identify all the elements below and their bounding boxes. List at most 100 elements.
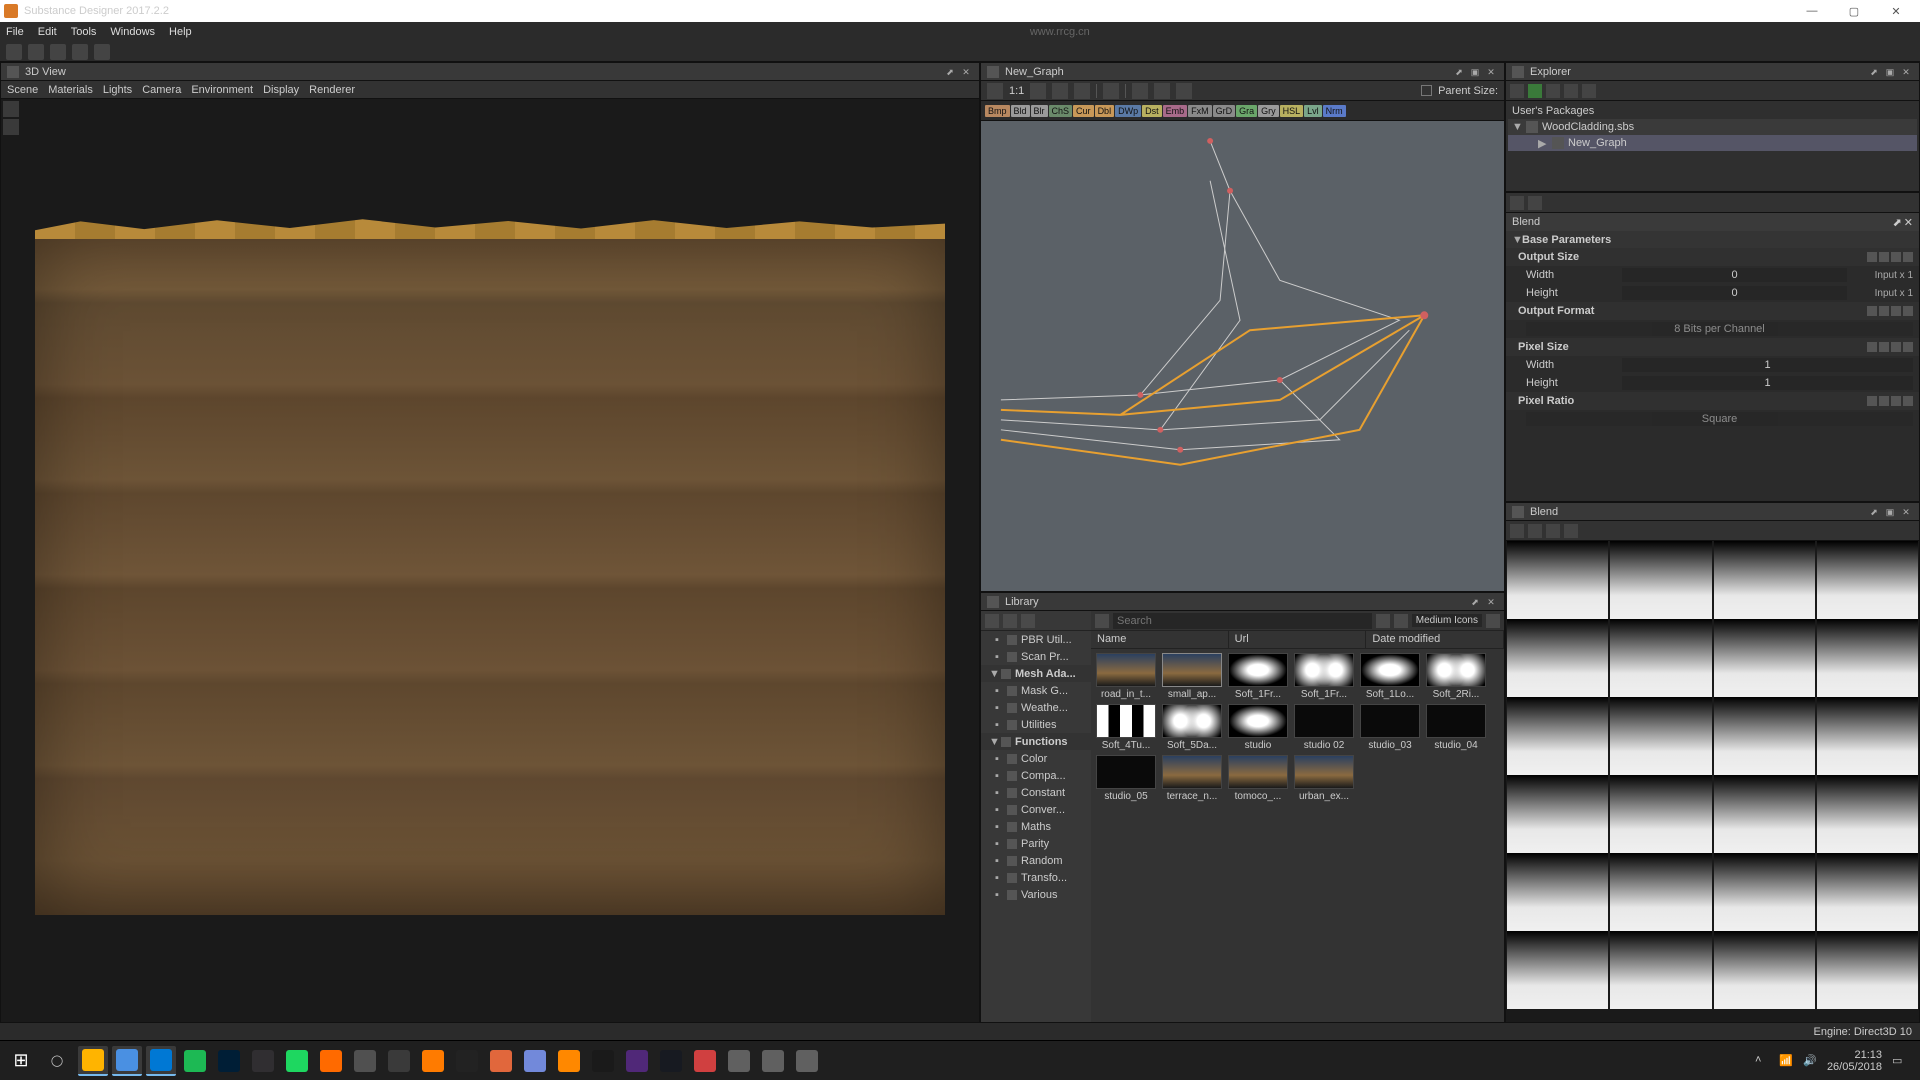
filter-icon[interactable] [1376,614,1390,628]
taskbar-app-badge[interactable] [656,1046,686,1076]
library-item[interactable]: terrace_n... [1161,755,1223,802]
float-icon[interactable]: ⬈ [1893,216,1902,229]
view-mode-dropdown[interactable]: Medium Icons [1412,614,1482,627]
link-icon[interactable] [1103,83,1119,99]
taskbar-app-app3[interactable] [758,1046,788,1076]
pill-fxm[interactable]: FxM [1188,105,1212,117]
minimize-button[interactable]: — [1792,1,1832,21]
taskbar-app-unity[interactable] [418,1046,448,1076]
search-icon[interactable] [1095,614,1109,628]
menu-windows[interactable]: Windows [110,26,155,38]
tray-vol-icon[interactable]: 🔊 [1803,1054,1817,1068]
library-item[interactable]: urban_ex... [1293,755,1355,802]
snap-icon[interactable] [1052,83,1068,99]
taskbar-app-blender[interactable] [384,1046,414,1076]
library-item[interactable]: Soft_1Lo... [1359,653,1421,700]
graph-canvas[interactable] [981,121,1504,591]
sub-scene[interactable]: Scene [7,84,38,96]
library-item[interactable]: studio [1227,704,1289,751]
taskbar-app-z[interactable] [316,1046,346,1076]
3d-viewport[interactable] [1,99,979,1031]
library-item[interactable]: studio 02 [1293,704,1355,751]
col-url[interactable]: Url [1229,631,1367,648]
save-icon[interactable] [50,44,66,60]
dock-icon[interactable]: ▣ [1883,505,1897,519]
explorer-root[interactable]: User's Packages [1508,103,1917,119]
expand-icon[interactable] [1582,84,1596,98]
height-slider[interactable]: 0 [1622,286,1847,300]
gizmo-tool-icon[interactable] [3,101,19,117]
align-icon[interactable] [1030,83,1046,99]
taskbar-clock[interactable]: 21:13 26/05/2018 [1827,1049,1882,1073]
pan-tool-icon[interactable] [3,119,19,135]
taskbar-app-moon[interactable] [350,1046,380,1076]
open-icon[interactable] [28,44,44,60]
float-icon[interactable]: ⬈ [1468,595,1482,609]
taskbar-app-discord[interactable] [486,1046,516,1076]
tree-btn-2[interactable] [1003,614,1017,628]
libtree-item[interactable]: ▼Functions [981,733,1091,750]
sub-environment[interactable]: Environment [191,84,253,96]
panel-close-icon[interactable]: ✕ [1899,505,1913,519]
panel-close-icon[interactable]: ✕ [1484,595,1498,609]
star-icon[interactable] [1394,614,1408,628]
gear-icon[interactable] [1176,83,1192,99]
sub-renderer[interactable]: Renderer [309,84,355,96]
pill-dwp[interactable]: DWp [1115,105,1141,117]
library-item[interactable]: road_in_t... [1095,653,1157,700]
libtree-item[interactable]: ▪Maths [981,818,1091,835]
pill-grd[interactable]: GrD [1213,105,1236,117]
library-search-input[interactable] [1113,613,1372,629]
2d-viewport[interactable] [1506,541,1919,1029]
taskbar-app-spot[interactable] [248,1046,278,1076]
libtree-item[interactable]: ▪Scan Pr... [981,648,1091,665]
menu-edit[interactable]: Edit [38,26,57,38]
tray-up-icon[interactable]: ˄ [1755,1054,1769,1068]
play-icon[interactable] [1528,84,1542,98]
taskbar-app-sb[interactable] [282,1046,312,1076]
pill-lvl[interactable]: Lvl [1304,105,1322,117]
col-date[interactable]: Date modified [1366,631,1504,648]
tray-net-icon[interactable]: 📶 [1779,1054,1793,1068]
pill-nrm[interactable]: Nrm [1323,105,1346,117]
start-button[interactable]: ⊞ [6,1046,36,1076]
libtree-item[interactable]: ▪Mask G... [981,682,1091,699]
library-item[interactable]: studio_03 [1359,704,1421,751]
libtree-item[interactable]: ▪Utilities [981,716,1091,733]
library-item[interactable]: Soft_2Ri... [1425,653,1487,700]
taskbar-app-app4[interactable] [792,1046,822,1076]
col-name[interactable]: Name [1091,631,1229,648]
taskbar-app-folder[interactable] [112,1046,142,1076]
libtree-item[interactable]: ▪Compa... [981,767,1091,784]
grid-icon[interactable] [1074,83,1090,99]
pill-cur[interactable]: Cur [1073,105,1094,117]
libtree-item[interactable]: ▪Parity [981,835,1091,852]
pill-dst[interactable]: Dst [1142,105,1162,117]
panel-close-icon[interactable]: ✕ [1899,65,1913,79]
library-item[interactable]: tomoco_... [1227,755,1289,802]
taskbar-app-sub[interactable] [452,1046,482,1076]
taskbar-app-m[interactable] [146,1046,176,1076]
link-icon[interactable] [1546,84,1560,98]
pill-dbl[interactable]: Dbl [1095,105,1115,117]
pv-btn-1[interactable] [1510,524,1524,538]
taskbar-app-app1[interactable] [690,1046,720,1076]
parent-size-checkbox[interactable] [1421,85,1432,96]
timer-icon[interactable] [1132,83,1148,99]
libtree-item[interactable]: ▪Weathe... [981,699,1091,716]
export-icon[interactable] [94,44,110,60]
float-icon[interactable]: ⬈ [1867,65,1881,79]
maximize-button[interactable]: ▢ [1834,1,1874,21]
libtree-item[interactable]: ▪Random [981,852,1091,869]
libtree-item[interactable]: ▪Various [981,886,1091,903]
pill-blr[interactable]: Blr [1031,105,1048,117]
pill-gry[interactable]: Gry [1258,105,1279,117]
libtree-item[interactable]: ▼Mesh Ada... [981,665,1091,682]
sub-camera[interactable]: Camera [142,84,181,96]
pill-chs[interactable]: ChS [1049,105,1073,117]
float-icon[interactable]: ⬈ [1452,65,1466,79]
props-section-base[interactable]: ▼Base Parameters [1506,231,1919,248]
dock-icon[interactable]: ▣ [1883,65,1897,79]
props-pin-icon[interactable] [1510,196,1524,210]
library-item[interactable]: small_ap... [1161,653,1223,700]
